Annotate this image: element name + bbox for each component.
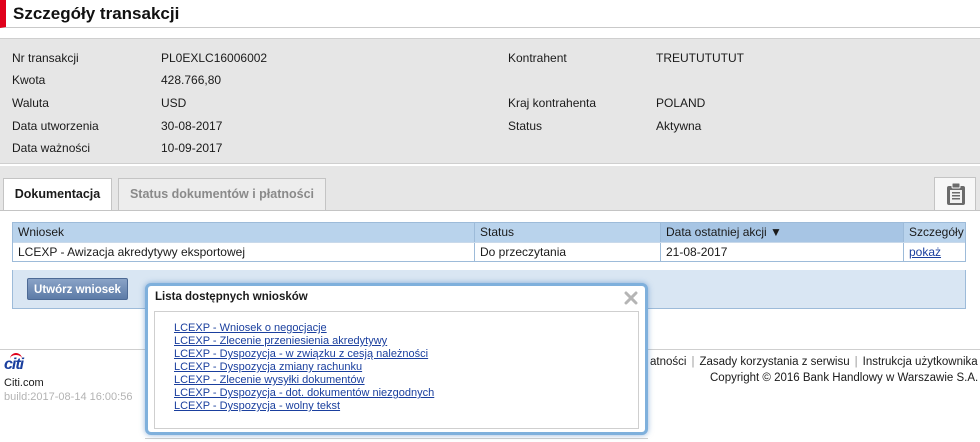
value-data-waznosci: 10-09-2017 — [161, 141, 223, 155]
citi-arc-icon — [10, 353, 22, 359]
request-link-negocjacje[interactable]: LCEXP - Wniosek o negocjacje — [174, 322, 327, 334]
tab-dokumentacja[interactable]: Dokumentacja — [3, 178, 112, 211]
citi-com-link[interactable]: Citi.com — [4, 377, 44, 389]
cell-wniosek: LCEXP - Awizacja akredytywy eksportowej — [13, 243, 475, 261]
footer-links: atności | Zasady korzystania z serwisu | Ins… — [650, 356, 978, 368]
request-link-cesja[interactable]: LCEXP - Dyspozycja - w związku z cesją n… — [174, 348, 428, 360]
list-item: LCEXP - Wniosek o negocjacje — [174, 322, 638, 335]
column-data-ostatniej-akcji[interactable]: Data ostatniej akcji ▼ — [661, 223, 904, 242]
cell-szczegoly: pokaż — [904, 243, 965, 261]
clipboard-icon — [947, 183, 965, 205]
list-item: LCEXP - Zlecenie wysyłki dokumentów — [174, 374, 638, 387]
close-icon[interactable] — [623, 290, 639, 306]
label-waluta: Waluta — [12, 96, 49, 110]
tab-bar: Dokumentacja Status dokumentów i płatnoś… — [0, 166, 980, 211]
footer-link-terms[interactable]: Zasady korzystania z serwisu — [699, 356, 849, 368]
label-data-waznosci: Data ważności — [12, 141, 91, 155]
tab-status-dokumentow[interactable]: Status dokumentów i płatności — [118, 178, 326, 210]
label-data-utworzenia: Data utworzenia — [12, 119, 99, 133]
page-header: Szczegóły transakcji — [0, 0, 980, 28]
column-szczegoly[interactable]: Szczegóły — [904, 223, 965, 242]
list-item: LCEXP - Dyspozycja zmiany rachunku — [174, 361, 638, 374]
list-item: LCEXP - Dyspozycja - dot. dokumentów nie… — [174, 387, 638, 400]
popup-underline — [145, 438, 648, 439]
value-kwota: 428.766,80 — [161, 73, 222, 87]
value-data-utworzenia: 30-08-2017 — [161, 119, 223, 133]
cell-status: Do przeczytania — [475, 243, 661, 261]
value-waluta: USD — [161, 96, 187, 110]
column-status[interactable]: Status — [475, 223, 661, 242]
popup-header: Lista dostępnych wniosków — [148, 286, 645, 311]
label-kontrahent: Kontrahent — [508, 51, 567, 65]
requests-table: Wniosek Status Data ostatniej akcji ▼ Sz… — [12, 222, 966, 262]
page-title: Szczegóły transakcji — [13, 4, 180, 23]
pokaz-link[interactable]: pokaż — [909, 245, 941, 259]
table-row: LCEXP - Awizacja akredytywy eksportowej … — [13, 242, 965, 261]
cell-data: 21-08-2017 — [661, 243, 904, 261]
value-status: Aktywna — [656, 119, 702, 133]
clipboard-button[interactable] — [934, 177, 976, 210]
label-kwota: Kwota — [12, 73, 46, 87]
label-nr-transakcji: Nr transakcji — [12, 51, 79, 65]
footer-link-manual[interactable]: Instrukcja użytkownika — [863, 356, 978, 368]
table-header: Wniosek Status Data ostatniej akcji ▼ Sz… — [13, 223, 965, 242]
build-info: build:2017-08-14 16:00:56 — [4, 391, 133, 403]
popup-body: LCEXP - Wniosek o negocjacje LCEXP - Zle… — [154, 311, 639, 429]
column-wniosek[interactable]: Wniosek — [13, 223, 475, 242]
requests-list: LCEXP - Wniosek o negocjacje LCEXP - Zle… — [155, 312, 638, 413]
transaction-details: Nr transakcji PL0EXLC16006002 Kwota 428.… — [0, 38, 980, 164]
popup-title: Lista dostępnych wniosków — [155, 291, 308, 303]
list-item: LCEXP - Dyspozycja - w związku z cesją n… — [174, 348, 638, 361]
request-link-wolny-tekst[interactable]: LCEXP - Dyspozycja - wolny tekst — [174, 400, 340, 412]
footer-link-privacy[interactable]: atności — [650, 356, 686, 368]
create-request-button[interactable]: Utwórz wniosek — [27, 278, 128, 300]
request-link-zmiana-rachunku[interactable]: LCEXP - Dyspozycja zmiany rachunku — [174, 361, 362, 373]
citi-logo[interactable]: citi — [4, 353, 24, 374]
label-status: Status — [508, 119, 543, 133]
available-requests-popup: Lista dostępnych wniosków LCEXP - Wniose… — [145, 283, 648, 435]
request-link-niezgodne[interactable]: LCEXP - Dyspozycja - dot. dokumentów nie… — [174, 387, 434, 399]
list-item: LCEXP - Zlecenie przeniesienia akredytyw… — [174, 335, 638, 348]
value-kontrahent: TREUTUTUTUT — [656, 51, 744, 65]
request-link-przeniesienie[interactable]: LCEXP - Zlecenie przeniesienia akredytyw… — [174, 335, 387, 347]
list-item: LCEXP - Dyspozycja - wolny tekst — [174, 400, 638, 413]
copyright: Copyright © 2016 Bank Handlowy w Warszaw… — [710, 372, 979, 384]
request-link-wysylka[interactable]: LCEXP - Zlecenie wysyłki dokumentów — [174, 374, 365, 386]
label-kraj-kontrahenta: Kraj kontrahenta — [508, 96, 597, 110]
value-nr-transakcji: PL0EXLC16006002 — [161, 51, 268, 65]
value-kraj-kontrahenta: POLAND — [656, 96, 706, 110]
